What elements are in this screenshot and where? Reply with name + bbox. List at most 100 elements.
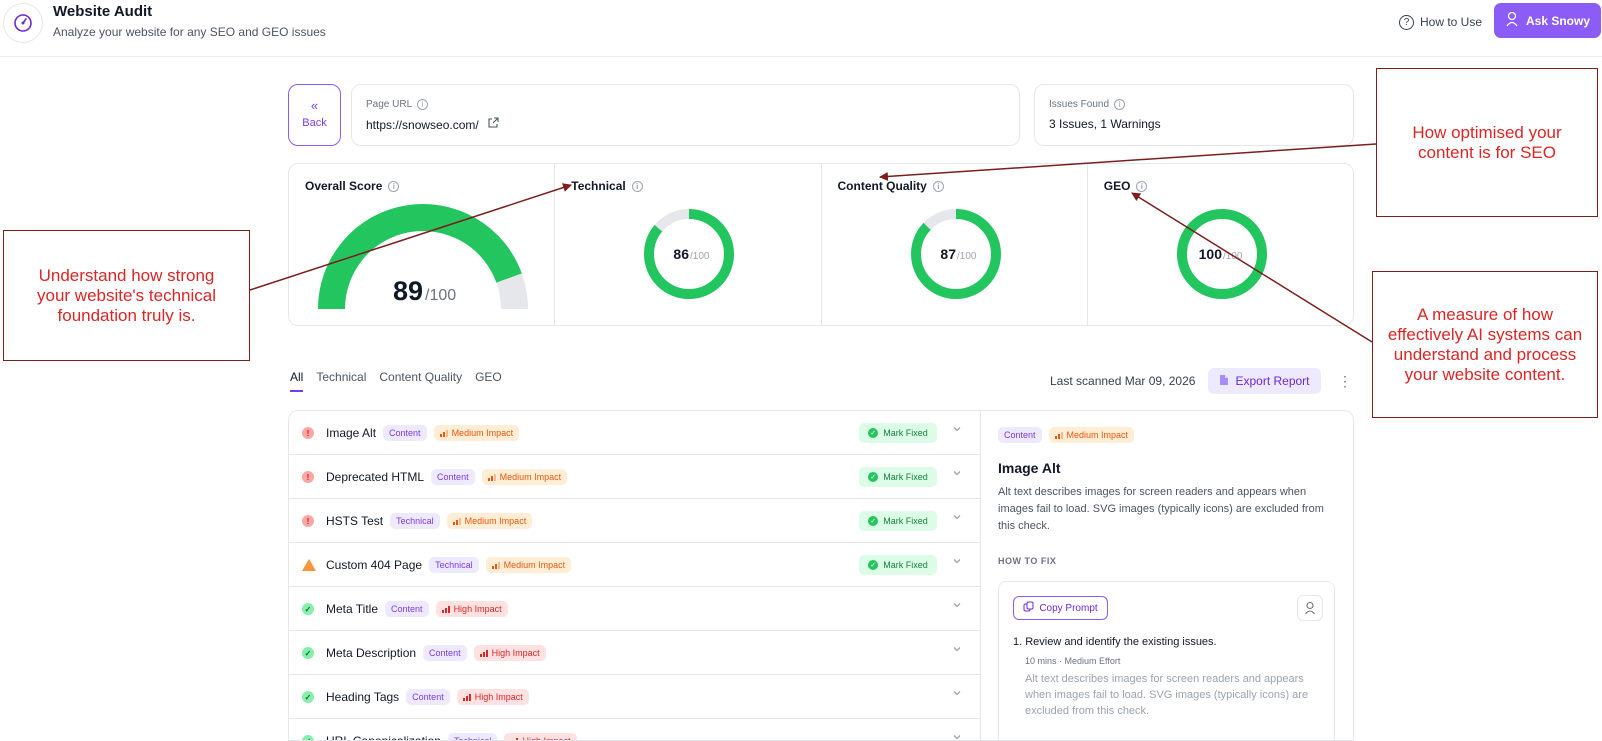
info-icon[interactable]: i xyxy=(932,180,944,192)
issue-name: Meta Title xyxy=(326,602,379,616)
issue-name: HSTS Test xyxy=(326,514,384,528)
chevron-down-icon[interactable] xyxy=(952,512,964,524)
external-link-icon[interactable] xyxy=(487,117,499,132)
chevron-down-icon[interactable] xyxy=(952,688,964,700)
info-icon[interactable]: i xyxy=(417,99,429,110)
technical-score-max: /100 xyxy=(690,251,710,262)
how-to-use-label: How to Use xyxy=(1420,15,1483,29)
chevron-down-icon[interactable] xyxy=(952,424,964,436)
tab-content-quality[interactable]: Content Quality xyxy=(379,370,462,392)
error-icon: ! xyxy=(302,471,314,483)
issue-impact-badge: High Impact xyxy=(456,689,529,705)
chevron-down-icon[interactable] xyxy=(952,556,964,568)
export-report-button[interactable]: Export Report xyxy=(1208,368,1321,394)
chevron-down-icon[interactable] xyxy=(952,644,964,656)
issue-impact-label: High Impact xyxy=(474,692,523,702)
issue-row[interactable]: ✓ URL Canonicalization Technical High Impac… xyxy=(289,719,980,741)
geo-score-max: /100 xyxy=(1223,251,1243,262)
issue-row[interactable]: ✓ Heading Tags Content High Impact xyxy=(289,675,980,719)
issue-name: Custom 404 Page xyxy=(326,558,423,572)
technical-score-ring: 86 /100 xyxy=(644,209,735,299)
how-to-use-link[interactable]: ? How to Use xyxy=(1399,11,1482,33)
fix-step-title: 1. Review and identify the existing issu… xyxy=(1013,636,1217,648)
page-title: Website Audit xyxy=(53,3,153,20)
technical-annotation: Understand how strong your website's tec… xyxy=(3,230,250,361)
geo-score-label: GEO xyxy=(1103,179,1131,193)
fix-steps-box: Copy Prompt 1. Review and identify the e… xyxy=(998,581,1335,741)
content-quality-score-label: Content Quality xyxy=(837,179,927,193)
issue-name: Meta Description xyxy=(326,646,417,660)
issue-impact-label: High Impact xyxy=(522,736,571,741)
geo-score-ring-fill xyxy=(1176,209,1267,299)
issue-row[interactable]: ! Deprecated HTML Content Medium Impact ✓ Mar… xyxy=(289,455,980,499)
content-annotation: How optimised your content is for SEO xyxy=(1376,68,1598,217)
chevron-down-icon[interactable] xyxy=(952,468,964,480)
copy-prompt-button[interactable]: Copy Prompt xyxy=(1013,596,1108,620)
error-icon: ! xyxy=(302,515,314,527)
check-icon: ✓ xyxy=(868,472,879,482)
page-url-card: Page URL i https://snowseo.com/ xyxy=(351,84,1020,146)
copy-icon xyxy=(1023,601,1034,615)
check-circle-icon: ✓ xyxy=(302,603,314,615)
geo-score-card: GEO i 100 /100 xyxy=(1088,164,1353,325)
overall-score-gauge: 89 /100 xyxy=(318,204,528,310)
mark-fixed-button[interactable]: ✓ Mark Fixed xyxy=(859,467,937,487)
issues-found-label: Issues Found xyxy=(1049,99,1110,110)
document-icon xyxy=(1219,374,1229,389)
issue-row[interactable]: ✓ Meta Description Content High Impact xyxy=(289,631,980,675)
page-url-value: https://snowseo.com/ xyxy=(366,117,479,132)
tab-all[interactable]: All xyxy=(290,370,304,392)
export-report-label: Export Report xyxy=(1235,374,1310,388)
issue-type-badge: Technical xyxy=(447,733,498,740)
detail-description: Alt text describes images for screen rea… xyxy=(998,486,1324,532)
snowman-icon[interactable] xyxy=(1297,595,1323,621)
fix-step-meta: 10 mins · Medium Effort xyxy=(1025,656,1121,666)
ask-snowy-button[interactable]: Ask Snowy xyxy=(1494,3,1601,38)
issue-row[interactable]: Custom 404 Page Technical Medium Impact ✓ Ma… xyxy=(289,543,980,587)
issue-impact-badge: High Impact xyxy=(435,601,508,617)
snowman-icon xyxy=(1505,11,1519,30)
impact-bars-icon xyxy=(1054,431,1063,439)
issues-found-label-row: Issues Found i xyxy=(1049,99,1126,110)
copy-prompt-label: Copy Prompt xyxy=(1039,602,1098,614)
mark-fixed-label: Mark Fixed xyxy=(883,472,928,482)
issue-row[interactable]: ! HSTS Test Technical Medium Impact ✓ Mark Fi… xyxy=(289,499,980,543)
mark-fixed-button[interactable]: ✓ Mark Fixed xyxy=(859,555,937,575)
content-quality-score-label-row: Content Quality i xyxy=(838,179,944,193)
issue-name: URL Canonicalization xyxy=(326,734,441,741)
tab-geo[interactable]: GEO xyxy=(475,370,502,392)
mark-fixed-label: Mark Fixed xyxy=(883,560,928,570)
info-icon[interactable]: i xyxy=(631,180,643,192)
detail-impact-label: Medium Impact xyxy=(1066,430,1129,440)
help-icon: ? xyxy=(1399,14,1414,30)
issue-name-row: Deprecated HTML Content Medium Impact xyxy=(326,469,568,485)
issue-row[interactable]: ! Image Alt Content Medium Impact ✓ Mark Fixe… xyxy=(289,411,980,455)
page-url-label-row: Page URL i xyxy=(366,99,429,110)
issues-found-value: 3 Issues, 1 Warnings xyxy=(1049,117,1161,131)
impact-bars-icon xyxy=(439,429,448,437)
back-button[interactable]: « Back xyxy=(288,84,341,146)
issue-name-row: Image Alt Content Medium Impact xyxy=(326,425,520,441)
issue-name: Deprecated HTML xyxy=(326,470,425,484)
double-chevron-left-icon: « xyxy=(310,98,319,113)
chevron-down-icon[interactable] xyxy=(952,732,964,740)
detail-impact-badge: Medium Impact xyxy=(1048,427,1135,443)
issue-type-badge: Content xyxy=(423,645,467,661)
info-icon[interactable]: i xyxy=(1114,99,1126,110)
impact-bars-icon xyxy=(452,517,461,525)
technical-score-card: Technical i 86 /100 xyxy=(555,164,822,325)
issue-name-row: Heading Tags Content High Impact xyxy=(326,689,529,705)
info-icon[interactable]: i xyxy=(1136,180,1148,192)
mark-fixed-button[interactable]: ✓ Mark Fixed xyxy=(859,511,937,531)
impact-bars-icon xyxy=(491,561,500,569)
mark-fixed-button[interactable]: ✓ Mark Fixed xyxy=(859,423,937,443)
tab-technical[interactable]: Technical xyxy=(316,370,366,392)
check-circle-icon: ✓ xyxy=(302,691,314,703)
more-options-icon[interactable]: ⋮ xyxy=(1338,372,1352,390)
chevron-down-icon[interactable] xyxy=(952,600,964,612)
issue-impact-badge: Medium Impact xyxy=(433,425,520,441)
how-to-fix-heading: HOW TO FIX xyxy=(998,556,1057,566)
fix-step-description: Alt text describes images for screen rea… xyxy=(1025,673,1309,717)
issue-row[interactable]: ✓ Meta Title Content High Impact xyxy=(289,587,980,631)
back-label: Back xyxy=(302,117,327,129)
